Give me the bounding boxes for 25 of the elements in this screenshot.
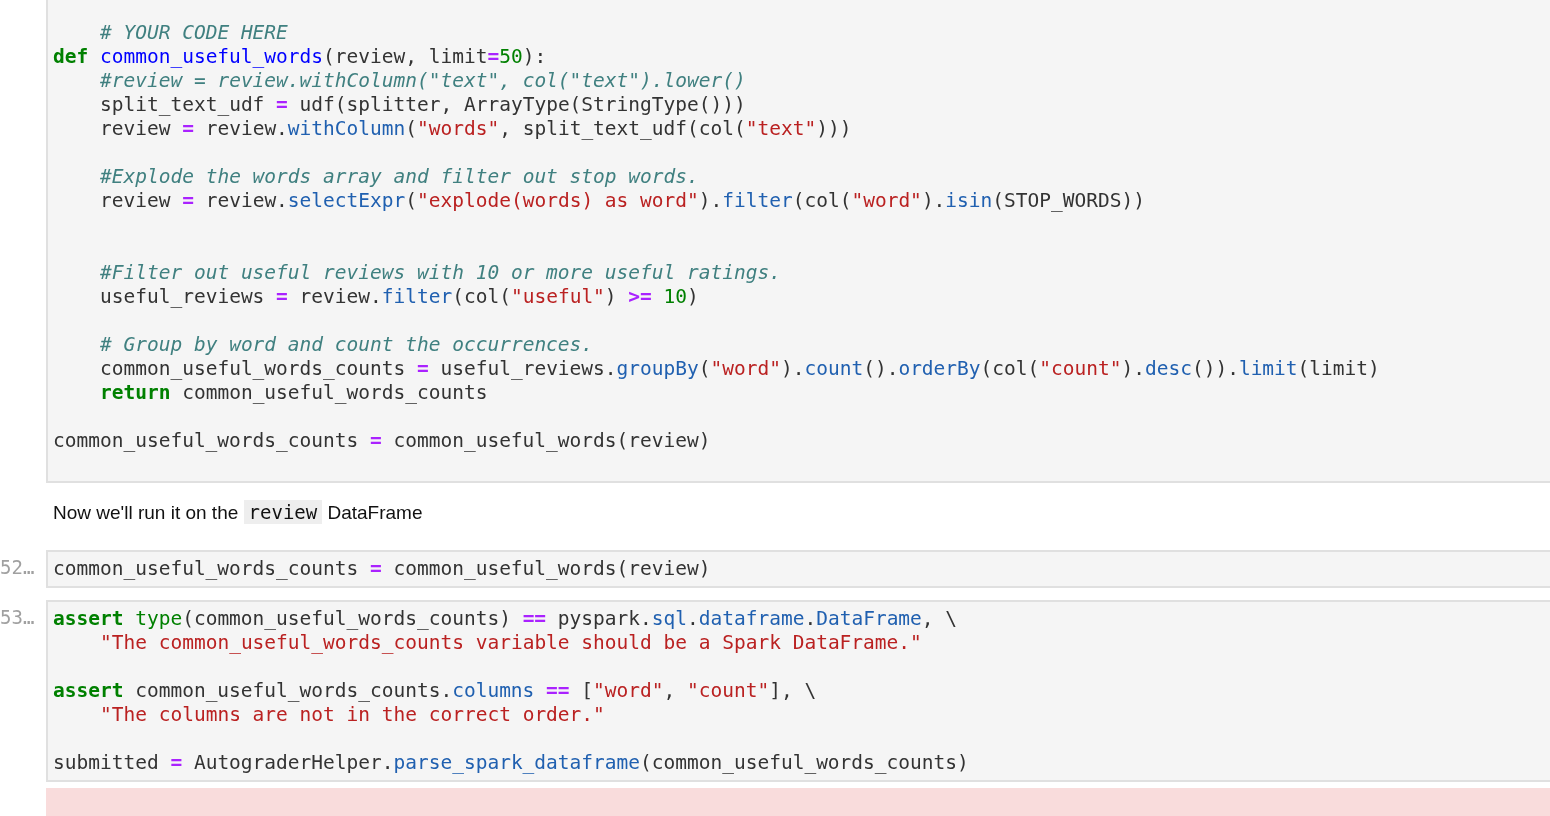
code-line: review = review.selectExpr("explode(words) as word").filter(col("word").isin(STOP_WORDS)) [100,189,1145,212]
code-line: # Group by word and count the occurrences. [100,333,594,356]
cell-prompt: 53… [0,606,35,628]
code-line: assert common_useful_words_counts.columns == ["word", "count"], \ [53,679,817,702]
code-line: def common_useful_words(review, limit=50): [53,45,547,68]
code-cell[interactable]: common_useful_words_counts = common_useful_words(review) [46,550,1550,588]
code-line: "The columns are not in the correct order." [100,703,605,726]
code-line: common_useful_words_counts = common_useful_words(review) [53,429,711,452]
markdown-text: Now we'll run it on the review DataFrame [52,499,424,526]
code-line: #Filter out useful reviews with 10 or more useful ratings. [100,261,781,284]
code-line: review = review.withColumn("words", split_text_udf(col("text"))) [100,117,852,140]
cell-prompt: 52… [0,556,35,578]
code-line: "The common_useful_words_counts variable should be a Spark DataFrame." [100,631,922,654]
code-line: split_text_udf = udf(splitter, ArrayType(StringType())) [100,93,746,116]
code-cell[interactable] [46,0,1550,483]
code-line: common_useful_words_counts = common_useful_words(review) [53,557,711,580]
code-line: #Explode the words array and filter out stop words. [100,165,699,188]
code-line: submitted = AutograderHelper.parse_spark_dataframe(common_useful_words_counts) [53,751,969,774]
code-line: useful_reviews = review.filter(col("useful") >= 10) [100,285,699,308]
code-line: #review = review.withColumn("text", col("text").lower() [100,69,746,92]
code-cell[interactable] [46,600,1550,782]
code-line: return common_useful_words_counts [100,381,488,404]
code-line: common_useful_words_counts = useful_reviews.groupBy("word").count().orderBy(col("count").desc()).limit(limit) [100,357,1380,380]
code-line: assert type(common_useful_words_counts) == pyspark.sql.dataframe.DataFrame, \ [53,607,958,630]
code-line: # YOUR CODE HERE [100,21,288,44]
